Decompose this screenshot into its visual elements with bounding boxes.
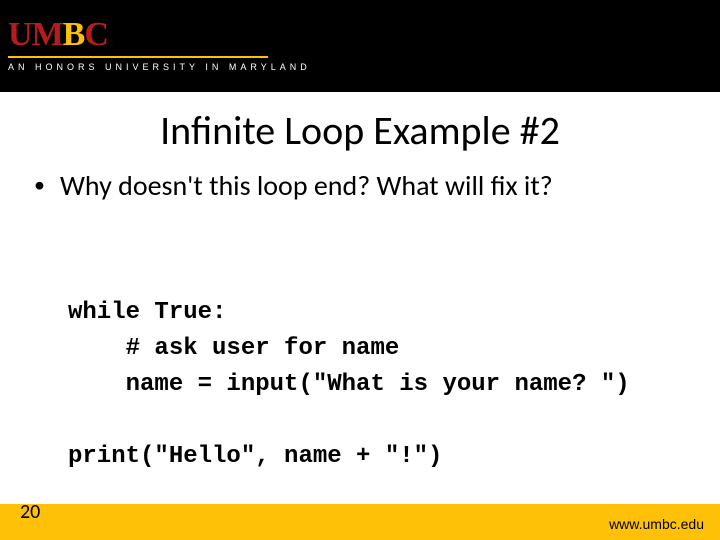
slide-body: • Why doesn't this loop end? What will f… [34,168,686,511]
code-line-1: while True: [68,299,226,326]
logo-letters: UMBC [8,18,311,52]
code-line-2: # ask user for name [68,335,399,362]
code-line-4: print("Hello", name + "!") [68,443,442,470]
logo-letter-b: B [63,16,85,53]
slide: UMBC AN HONORS UNIVERSITY IN MARYLAND In… [0,0,720,540]
bullet-text: Why doesn't this loop end? What will fix… [60,168,553,203]
page-number: 20 [20,500,40,524]
logo-letter-c: C [84,16,108,53]
logo-underline [8,56,268,58]
logo-letter-m: M [32,16,63,53]
code-block: while True: # ask user for name name = i… [68,259,686,511]
code-line-3: name = input("What is your name? ") [68,371,630,398]
logo-letter-u: U [8,16,32,53]
umbc-logo: UMBC AN HONORS UNIVERSITY IN MARYLAND [8,18,311,72]
bullet-marker-icon: • [34,168,60,202]
logo-tagline: AN HONORS UNIVERSITY IN MARYLAND [8,62,311,72]
bullet-item: • Why doesn't this loop end? What will f… [34,168,686,203]
header-band: UMBC AN HONORS UNIVERSITY IN MARYLAND [0,0,720,92]
slide-title: Infinite Loop Example #2 [0,106,720,155]
footer-url: www.umbc.edu [609,516,704,532]
